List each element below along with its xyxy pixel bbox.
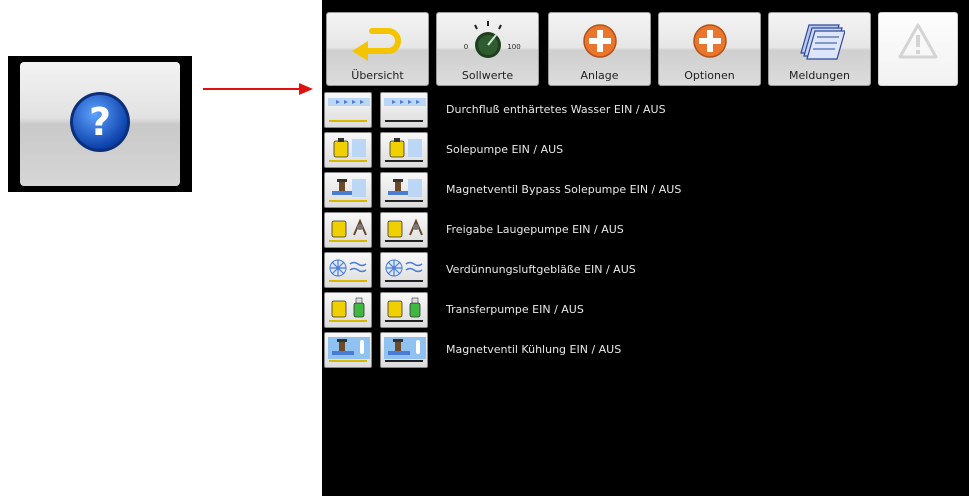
active-indicator <box>329 160 367 162</box>
active-indicator <box>329 360 367 362</box>
plus-icon <box>582 24 617 58</box>
flow-icon <box>326 95 371 127</box>
cooling-valve-icon <box>326 335 371 367</box>
cooling-valve-icon <box>382 335 427 367</box>
off-button[interactable] <box>380 212 428 248</box>
row-label: Verdünnungsluftgebläße EIN / AUS <box>446 263 636 276</box>
toolbar: Übersicht 0 100 Sollwerte Anlage Optione… <box>322 6 969 86</box>
options-label: Optionen <box>684 69 735 82</box>
inactive-indicator <box>385 360 423 362</box>
fan-icon <box>326 255 371 287</box>
messages-button[interactable]: Meldungen <box>768 12 871 86</box>
dial-icon: 0 100 <box>463 21 520 58</box>
setpoints-label: Sollwerte <box>461 69 514 82</box>
inactive-indicator <box>385 240 423 242</box>
plant-button[interactable]: Anlage <box>548 12 651 86</box>
inactive-indicator <box>385 280 423 282</box>
active-indicator <box>329 200 367 202</box>
pump-icon <box>382 135 427 167</box>
hmi-screen: Übersicht 0 100 Sollwerte Anlage Optione… <box>322 0 969 496</box>
off-button[interactable] <box>380 132 428 168</box>
options-button[interactable]: Optionen <box>658 12 761 86</box>
on-button[interactable] <box>324 172 372 208</box>
on-button[interactable] <box>324 132 372 168</box>
back-arrow-icon <box>351 28 401 61</box>
plus-icon <box>692 24 727 58</box>
fan-icon <box>382 255 427 287</box>
list-item: Magnetventil Bypass Solepumpe EIN / AUS <box>324 172 964 208</box>
messages-label: Meldungen <box>789 69 850 82</box>
off-button[interactable] <box>380 92 428 128</box>
row-label: Magnetventil Kühlung EIN / AUS <box>446 343 622 356</box>
transfer-pump-icon <box>382 295 427 327</box>
help-preview: ? <box>8 56 192 192</box>
active-indicator <box>329 240 367 242</box>
on-button[interactable] <box>324 212 372 248</box>
setpoints-button[interactable]: 0 100 Sollwerte <box>436 12 539 86</box>
overview-label: Übersicht <box>351 69 404 82</box>
inactive-indicator <box>385 200 423 202</box>
row-label: Magnetventil Bypass Solepumpe EIN / AUS <box>446 183 682 196</box>
pointer-arrow <box>203 83 313 95</box>
help-question-icon: ? <box>70 92 130 152</box>
on-button[interactable] <box>324 252 372 288</box>
row-label: Solepumpe EIN / AUS <box>446 143 564 156</box>
overview-button[interactable]: Übersicht <box>326 12 429 86</box>
warning-button[interactable] <box>878 12 958 86</box>
off-button[interactable] <box>380 292 428 328</box>
list-item: Solepumpe EIN / AUS <box>324 132 964 168</box>
flow-icon <box>382 95 427 127</box>
on-button[interactable] <box>324 92 372 128</box>
row-label: Durchfluß enthärtetes Wasser EIN / AUS <box>446 103 666 116</box>
inactive-indicator <box>385 160 423 162</box>
transfer-pump-icon <box>326 295 371 327</box>
off-button[interactable] <box>380 172 428 208</box>
messages-icon <box>799 24 845 60</box>
list-item: Transferpumpe EIN / AUS <box>324 292 964 328</box>
valve-icon <box>382 175 427 207</box>
help-button[interactable]: ? <box>20 62 180 186</box>
svg-text:?: ? <box>89 100 111 144</box>
off-button[interactable] <box>380 332 428 368</box>
lye-pump-icon <box>326 215 371 247</box>
pump-icon <box>326 135 371 167</box>
valve-icon <box>326 175 371 207</box>
inactive-indicator <box>385 120 423 122</box>
row-label: Transferpumpe EIN / AUS <box>446 303 584 316</box>
list-item: Durchfluß enthärtetes Wasser EIN / AUS <box>324 92 964 128</box>
list-item: Freigabe Laugepumpe EIN / AUS <box>324 212 964 248</box>
plant-label: Anlage <box>580 69 619 82</box>
list-item: Magnetventil Kühlung EIN / AUS <box>324 332 964 368</box>
on-button[interactable] <box>324 332 372 368</box>
inactive-indicator <box>385 320 423 322</box>
row-label: Freigabe Laugepumpe EIN / AUS <box>446 223 624 236</box>
active-indicator <box>329 280 367 282</box>
warning-icon <box>898 23 938 59</box>
off-button[interactable] <box>380 252 428 288</box>
lye-pump-icon <box>382 215 427 247</box>
dial-min-label: 0 <box>463 43 467 51</box>
active-indicator <box>329 120 367 122</box>
on-button[interactable] <box>324 292 372 328</box>
active-indicator <box>329 320 367 322</box>
list-item: Verdünnungsluftgebläße EIN / AUS <box>324 252 964 288</box>
dial-max-label: 100 <box>507 43 520 51</box>
